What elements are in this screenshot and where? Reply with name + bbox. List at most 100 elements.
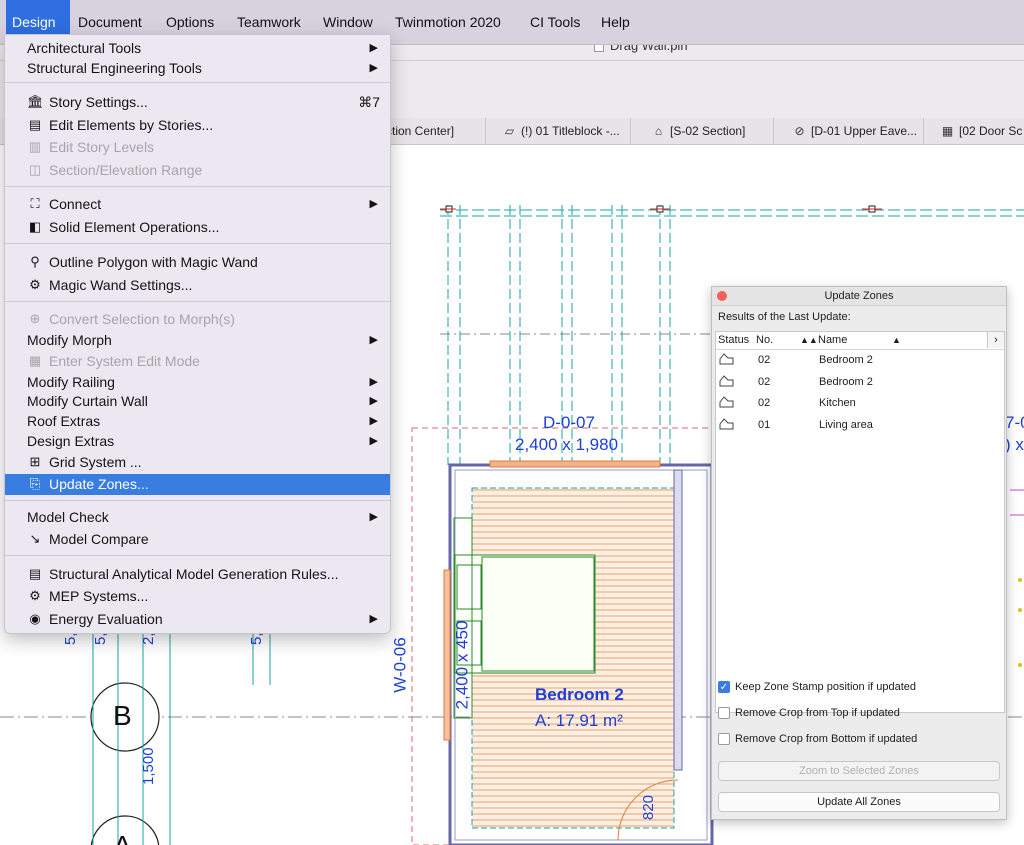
menu-item-modify-morph[interactable]: Modify Morph ▶ (5, 330, 390, 350)
menu-item-roof-extras[interactable]: Roof Extras ▶ (5, 411, 390, 431)
energy-icon: ◉ (29, 611, 41, 626)
menu-item-label: Grid System ... (49, 454, 142, 470)
tab-label: ction Center] (386, 124, 455, 138)
zones-results-list[interactable]: Status No. ▲▲ Name ▲ › 02 Bedroom 2 02 B… (715, 331, 1005, 713)
tab-d01-upper-eave[interactable]: ⊘ [D-01 Upper Eave... (774, 118, 924, 144)
zone-status-icon (719, 396, 734, 408)
remove-crop-bottom-checkbox[interactable] (718, 733, 730, 745)
menu-item-label: Edit Story Levels (49, 139, 155, 155)
menu-item-label: MEP Systems... (49, 588, 149, 604)
menu-item-label: Model Check (27, 509, 109, 525)
keep-zone-stamp-label: Keep Zone Stamp position if updated (735, 681, 917, 693)
tab-label: (!) 01 Titleblock -... (521, 124, 620, 138)
menu-item-connect[interactable]: ⛶ Connect ▶ (5, 194, 390, 214)
menu-item-solid-element-operations[interactable]: ◧ Solid Element Operations... (5, 217, 390, 237)
close-icon[interactable] (717, 291, 727, 301)
menu-item-structural-engineering-tools[interactable]: Structural Engineering Tools ▶ (5, 58, 390, 78)
sort-ascending-icon[interactable]: ▲▲ (800, 335, 818, 345)
zone-area-label: A: 17.91 m² (535, 711, 623, 730)
tab-s02-section[interactable]: ⌂ [S-02 Section] (631, 118, 774, 144)
submenu-arrow-icon: ▶ (369, 511, 378, 523)
panel-title-bar[interactable]: Update Zones (712, 287, 1006, 306)
tab-titleblock[interactable]: ▱ (!) 01 Titleblock -... (486, 118, 631, 144)
menu-item-label: Modify Morph (27, 332, 112, 348)
menu-item-grid-system[interactable]: ⊞ Grid System ... (5, 452, 390, 472)
layout-icon: ▱ (504, 124, 515, 138)
menu-item-label: Modify Curtain Wall (27, 393, 148, 409)
remove-crop-bottom-label: Remove Crop from Bottom if updated (735, 733, 918, 745)
menu-item-modify-railing[interactable]: Modify Railing ▶ (5, 372, 390, 392)
magic-wand-icon: ⚲ (30, 254, 40, 269)
partial-label: ) x (1005, 435, 1024, 454)
zone-number: 01 (758, 419, 771, 431)
menu-separator (5, 500, 390, 501)
column-header-no[interactable]: No. (756, 334, 773, 346)
submenu-arrow-icon: ▶ (369, 415, 378, 427)
zone-number: 02 (758, 354, 771, 366)
grid-system-icon: ⊞ (29, 454, 41, 469)
zone-status-icon (719, 418, 734, 430)
menu-item-energy-evaluation[interactable]: ◉ Energy Evaluation ▶ (5, 609, 390, 629)
section-range-icon: ◫ (28, 162, 42, 177)
menu-ci-tools[interactable]: CI Tools (524, 0, 586, 44)
menu-separator (5, 555, 390, 556)
morph-icon: ⊕ (29, 311, 41, 326)
list-item[interactable]: 01 Living area (716, 415, 1004, 436)
menu-item-structural-analytical-model-rules[interactable]: ▤ Structural Analytical Model Generation … (5, 564, 390, 584)
menu-separator (5, 243, 390, 244)
menu-item-label: Magic Wand Settings... (49, 277, 193, 293)
design-menu-dropdown: Architectural Tools ▶ Structural Engineer… (4, 34, 391, 634)
column-header-status[interactable]: Status (718, 334, 749, 346)
menu-item-edit-elements-by-stories[interactable]: ▤ Edit Elements by Stories... (5, 115, 390, 135)
menu-item-modify-curtain-wall[interactable]: Modify Curtain Wall ▶ (5, 391, 390, 411)
solid-ops-icon: ◧ (28, 219, 42, 234)
schedule-icon: ▦ (941, 124, 954, 138)
panel-title: Update Zones (824, 290, 894, 302)
tab-label: [D-01 Upper Eave... (811, 124, 918, 138)
menu-item-convert-selection-to-morph[interactable]: ⊕ Convert Selection to Morph(s) (5, 309, 390, 329)
results-label: Results of the Last Update: (718, 311, 851, 323)
model-compare-icon: ↘ (29, 531, 41, 546)
remove-crop-top-checkbox[interactable] (718, 707, 730, 719)
tab-section-center[interactable]: ction Center] (380, 118, 486, 144)
menu-item-section-elevation-range[interactable]: ◫ Section/Elevation Range (5, 160, 390, 180)
menu-twinmotion[interactable]: Twinmotion 2020 (389, 0, 507, 44)
menu-item-architectural-tools[interactable]: Architectural Tools ▶ (5, 38, 390, 58)
menu-item-label: Outline Polygon with Magic Wand (49, 254, 258, 270)
keep-zone-stamp-checkbox[interactable]: ✓ (718, 681, 730, 693)
menu-item-model-check[interactable]: Model Check ▶ (5, 507, 390, 527)
zone-number: 02 (758, 376, 771, 388)
menu-item-design-extras[interactable]: Design Extras ▶ (5, 431, 390, 451)
menu-item-mep-systems[interactable]: ⚙ MEP Systems... (5, 586, 390, 606)
sort-icon[interactable]: ▲ (892, 335, 901, 345)
tab-door-schedule[interactable]: ▦ [02 Door Sc (924, 118, 1024, 144)
menu-item-update-zones[interactable]: ⎘ Update Zones... (5, 474, 390, 495)
column-header-name[interactable]: Name (818, 334, 847, 346)
update-zones-panel: Update Zones Results of the Last Update:… (711, 286, 1007, 820)
submenu-arrow-icon: ▶ (369, 613, 378, 625)
menu-item-outline-polygon-magic-wand[interactable]: ⚲ Outline Polygon with Magic Wand (5, 252, 390, 272)
submenu-arrow-icon: ▶ (369, 376, 378, 388)
menu-item-edit-story-levels[interactable]: ▥ Edit Story Levels (5, 137, 390, 157)
menu-design[interactable]: Design (6, 0, 70, 34)
menu-item-enter-system-edit-mode[interactable]: ▦ Enter System Edit Mode (5, 351, 390, 371)
menu-help[interactable]: Help (595, 0, 636, 44)
update-all-zones-button[interactable]: Update All Zones (718, 792, 1000, 812)
submenu-arrow-icon: ▶ (369, 395, 378, 407)
menu-item-story-settings[interactable]: 🏛 Story Settings... ⌘7 (5, 92, 390, 112)
menu-item-magic-wand-settings[interactable]: ⚙ Magic Wand Settings... (5, 275, 390, 295)
zoom-to-selected-zones-button[interactable]: Zoom to Selected Zones (718, 761, 1000, 781)
list-item[interactable]: 02 Bedroom 2 (716, 372, 1004, 393)
menu-item-label: Structural Analytical Model Generation R… (49, 566, 339, 582)
magic-wand-settings-icon: ⚙ (29, 277, 41, 292)
zone-status-icon (719, 375, 734, 387)
column-options-button[interactable]: › (987, 332, 1004, 348)
menu-item-label: Section/Elevation Range (49, 162, 203, 178)
remove-crop-top-label: Remove Crop from Top if updated (735, 707, 900, 719)
list-item[interactable]: 02 Kitchen (716, 393, 1004, 414)
menu-item-label: Structural Engineering Tools (27, 60, 202, 76)
list-item[interactable]: 02 Bedroom 2 (716, 350, 1004, 371)
menu-item-model-compare[interactable]: ↘ Model Compare (5, 529, 390, 549)
window-id-label: W-0-06 (390, 637, 410, 693)
zone-name: Bedroom 2 (819, 354, 873, 366)
